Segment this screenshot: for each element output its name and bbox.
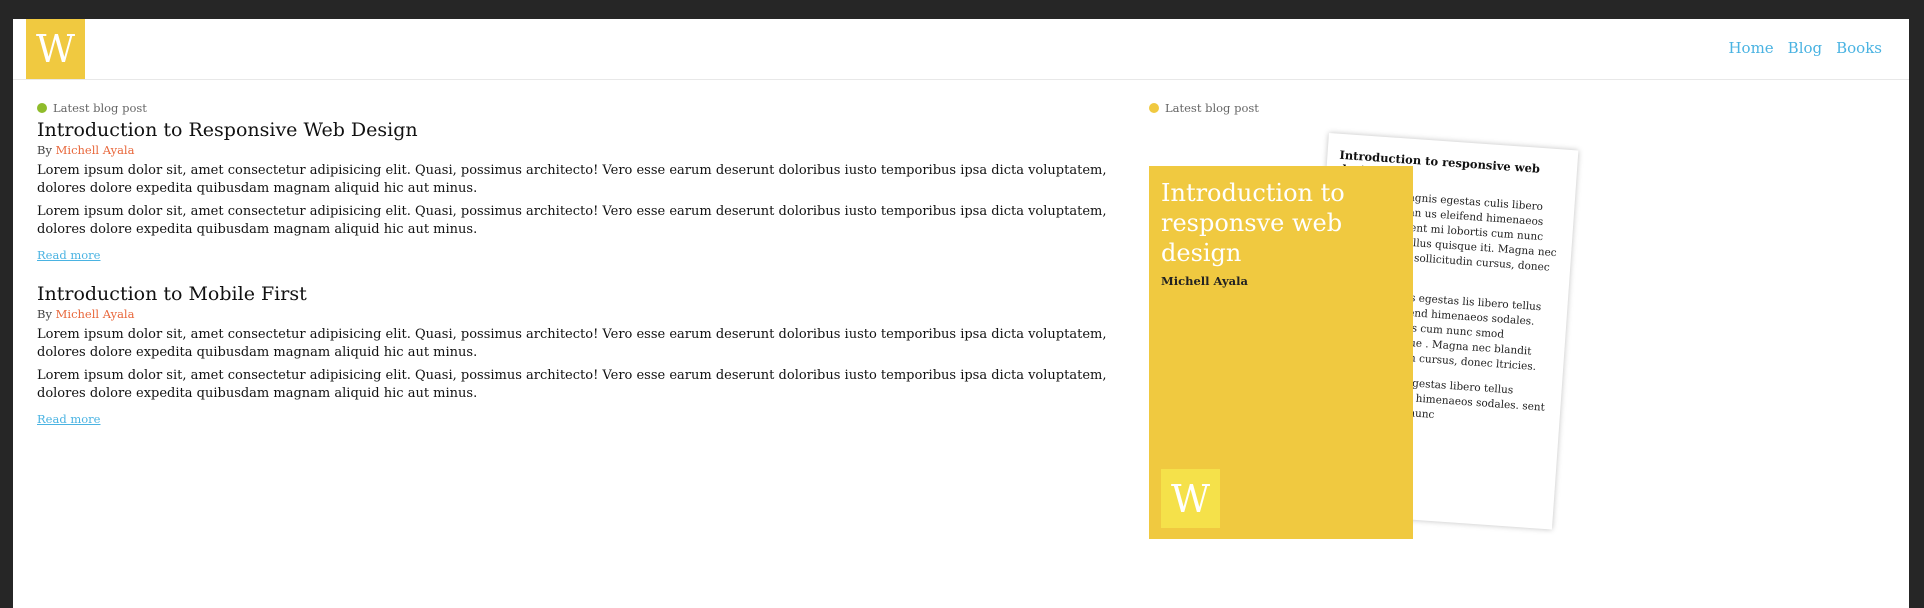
book-logo: W [1161, 469, 1220, 528]
section-tag: Latest blog post [1149, 101, 1609, 115]
read-more-link[interactable]: Read more [37, 412, 100, 426]
post-byline: By Michell Ayala [37, 143, 1127, 157]
book-cover[interactable]: Introduction to responsve web design Mic… [1149, 166, 1413, 539]
post-byline: By Michell Ayala [37, 307, 1127, 321]
section-tag-label: Latest blog post [53, 101, 147, 115]
post-paragraph: Lorem ipsum dolor sit, amet consectetur … [37, 368, 1107, 401]
blog-post: Introduction to Mobile First By Michell … [37, 283, 1127, 427]
main-nav: Home Blog Books [1728, 39, 1882, 57]
post-paragraph: Lorem ipsum dolor sit, amet consectetur … [37, 327, 1107, 360]
post-paragraph: Lorem ipsum dolor sit, amet consectetur … [37, 204, 1107, 237]
read-more-link[interactable]: Read more [37, 248, 100, 262]
byline-prefix: By [37, 307, 52, 321]
book-author: Michell Ayala [1161, 274, 1248, 288]
blog-post: Introduction to Responsive Web Design By… [37, 119, 1127, 263]
byline-prefix: By [37, 143, 52, 157]
blog-posts-section: Latest blog post Introduction to Respons… [37, 101, 1127, 447]
post-title[interactable]: Introduction to Mobile First [37, 283, 1127, 305]
site-logo[interactable]: W [26, 19, 85, 79]
author-link[interactable]: Michell Ayala [56, 307, 135, 321]
nav-books-link[interactable]: Books [1836, 39, 1882, 57]
book-section: Latest blog post Introduction to respons… [1149, 101, 1609, 571]
status-dot-icon [37, 103, 47, 113]
site-header: W Home Blog Books [13, 19, 1909, 80]
post-title[interactable]: Introduction to Responsive Web Design [37, 119, 1127, 141]
status-dot-icon [1149, 103, 1159, 113]
section-tag: Latest blog post [37, 101, 1127, 115]
nav-home-link[interactable]: Home [1728, 39, 1773, 57]
page-frame: W Home Blog Books Latest blog post Intro… [13, 19, 1909, 608]
book-title: Introduction to responsve web design [1161, 179, 1345, 267]
post-paragraph: Lorem ipsum dolor sit, amet consectetur … [37, 163, 1107, 196]
section-tag-label: Latest blog post [1165, 101, 1259, 115]
author-link[interactable]: Michell Ayala [56, 143, 135, 157]
nav-blog-link[interactable]: Blog [1788, 39, 1822, 57]
